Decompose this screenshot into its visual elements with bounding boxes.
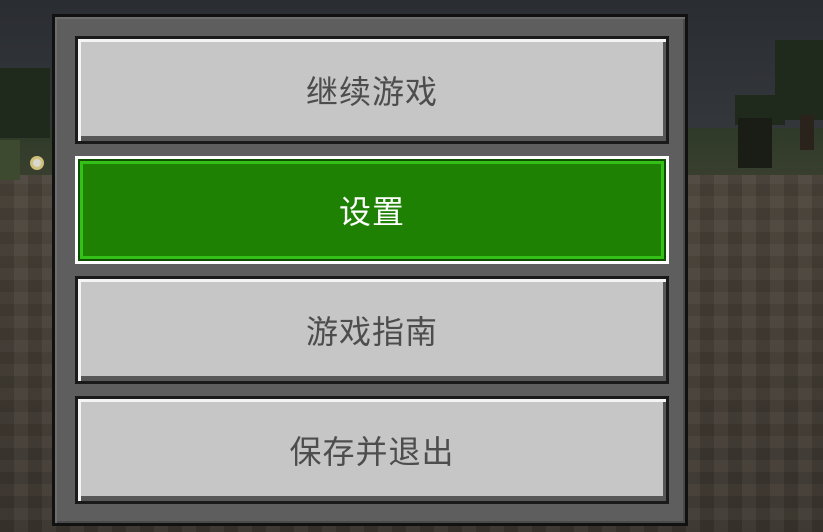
flower-icon bbox=[30, 156, 44, 170]
pause-menu-panel: 继续游戏 设置 游戏指南 保存并退出 bbox=[52, 14, 688, 526]
zombie-mob bbox=[738, 118, 772, 168]
tree-left bbox=[0, 68, 50, 138]
how-to-play-label: 游戏指南 bbox=[305, 313, 438, 351]
how-to-play-button[interactable]: 游戏指南 bbox=[75, 276, 669, 384]
save-and-quit-label: 保存并退出 bbox=[289, 433, 455, 471]
resume-game-label: 继续游戏 bbox=[305, 73, 438, 111]
grass-tuft bbox=[0, 140, 20, 180]
tree-right-trunk bbox=[800, 115, 814, 150]
settings-label: 设置 bbox=[338, 193, 405, 231]
settings-button[interactable]: 设置 bbox=[75, 156, 669, 264]
resume-game-button[interactable]: 继续游戏 bbox=[75, 36, 669, 144]
save-and-quit-button[interactable]: 保存并退出 bbox=[75, 396, 669, 504]
